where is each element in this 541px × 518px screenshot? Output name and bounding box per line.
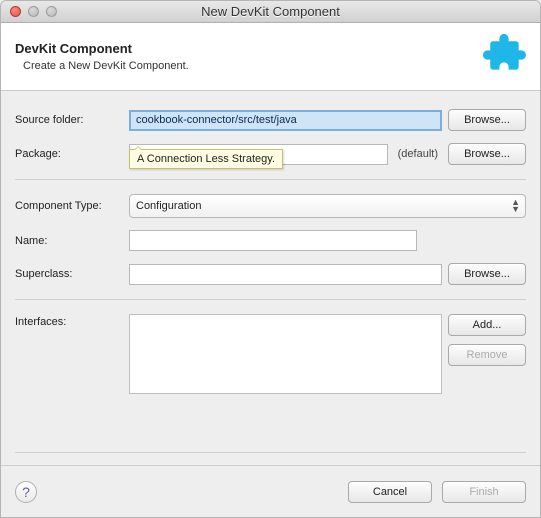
source-folder-browse-button[interactable]: Browse... bbox=[448, 109, 526, 131]
package-browse-button[interactable]: Browse... bbox=[448, 143, 526, 165]
separator-2 bbox=[15, 299, 526, 300]
titlebar: New DevKit Component bbox=[1, 1, 540, 23]
package-label: Package: bbox=[15, 148, 123, 160]
name-input[interactable] bbox=[129, 230, 417, 251]
puzzle-icon bbox=[482, 33, 526, 80]
source-folder-label: Source folder: bbox=[15, 114, 123, 126]
dialog-footer: ? Cancel Finish bbox=[1, 465, 540, 517]
cancel-button[interactable]: Cancel bbox=[348, 481, 432, 503]
source-folder-input[interactable] bbox=[129, 110, 442, 131]
name-label: Name: bbox=[15, 235, 123, 247]
help-icon[interactable]: ? bbox=[15, 481, 37, 503]
dialog-header: DevKit Component Create a New DevKit Com… bbox=[1, 23, 540, 91]
superclass-input[interactable] bbox=[129, 264, 442, 285]
footer-buttons: Cancel Finish bbox=[348, 481, 526, 503]
package-default-text: (default) bbox=[398, 148, 438, 160]
separator bbox=[15, 179, 526, 180]
interfaces-buttons: Add... Remove bbox=[448, 314, 526, 366]
close-icon[interactable] bbox=[10, 6, 21, 17]
interfaces-row: Interfaces: Add... Remove bbox=[15, 314, 526, 438]
tooltip: A Connection Less Strategy. bbox=[129, 149, 283, 169]
page-subtitle: Create a New DevKit Component. bbox=[15, 60, 189, 72]
header-text: DevKit Component Create a New DevKit Com… bbox=[15, 41, 189, 72]
interfaces-label: Interfaces: bbox=[15, 314, 123, 328]
interfaces-add-button[interactable]: Add... bbox=[448, 314, 526, 336]
name-row: Name: bbox=[15, 230, 526, 251]
page-title: DevKit Component bbox=[15, 41, 189, 56]
minimize-icon bbox=[28, 6, 39, 17]
form-area: Source folder: Browse... Package: (defau… bbox=[1, 91, 540, 465]
component-type-row: Component Type: Configuration ▲▼ bbox=[15, 194, 526, 218]
tooltip-text: A Connection Less Strategy. bbox=[137, 153, 275, 165]
component-type-select[interactable]: Configuration bbox=[129, 194, 526, 218]
dialog-window: New DevKit Component DevKit Component Cr… bbox=[0, 0, 541, 518]
finish-button: Finish bbox=[442, 481, 526, 503]
traffic-lights bbox=[1, 6, 57, 17]
component-type-select-wrap: Configuration ▲▼ bbox=[129, 194, 526, 218]
superclass-row: Superclass: Browse... bbox=[15, 263, 526, 285]
superclass-label: Superclass: bbox=[15, 268, 123, 280]
interfaces-listbox[interactable] bbox=[129, 314, 442, 394]
superclass-browse-button[interactable]: Browse... bbox=[448, 263, 526, 285]
interfaces-remove-button: Remove bbox=[448, 344, 526, 366]
component-type-label: Component Type: bbox=[15, 200, 123, 212]
window-title: New DevKit Component bbox=[1, 4, 540, 19]
source-folder-row: Source folder: Browse... bbox=[15, 109, 526, 131]
maximize-icon bbox=[46, 6, 57, 17]
separator-3 bbox=[15, 452, 526, 453]
